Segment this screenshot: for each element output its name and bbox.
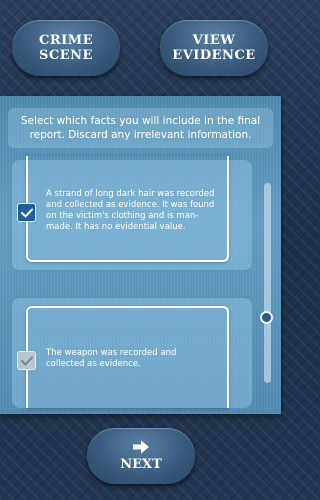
checkmark-icon	[20, 356, 33, 366]
scrollbar-track[interactable]	[264, 183, 271, 383]
scrollbar-thumb[interactable]	[260, 311, 273, 324]
view-evidence-button[interactable]: VIEW EVIDENCE	[160, 20, 268, 76]
fact-checkbox[interactable]	[17, 203, 36, 222]
checkmark-icon	[20, 208, 33, 218]
view-evidence-label-line2: EVIDENCE	[172, 48, 256, 63]
fact-text: The weapon was recorded and collected as…	[46, 348, 177, 369]
crime-scene-label-line2: SCENE	[39, 48, 93, 63]
view-evidence-label-line1: VIEW	[192, 33, 236, 48]
fact-text: A strand of long dark hair was recorded …	[46, 189, 215, 232]
instructions-text: Select which facts you will include in t…	[8, 108, 273, 148]
crime-scene-label-line1: CRIME	[38, 33, 94, 48]
fact-checkbox[interactable]	[17, 351, 36, 370]
crime-scene-button[interactable]: CRIME SCENE	[12, 20, 120, 76]
next-button[interactable]: NEXT	[87, 428, 195, 484]
arrow-right-icon	[133, 440, 149, 454]
next-label: NEXT	[120, 457, 162, 472]
